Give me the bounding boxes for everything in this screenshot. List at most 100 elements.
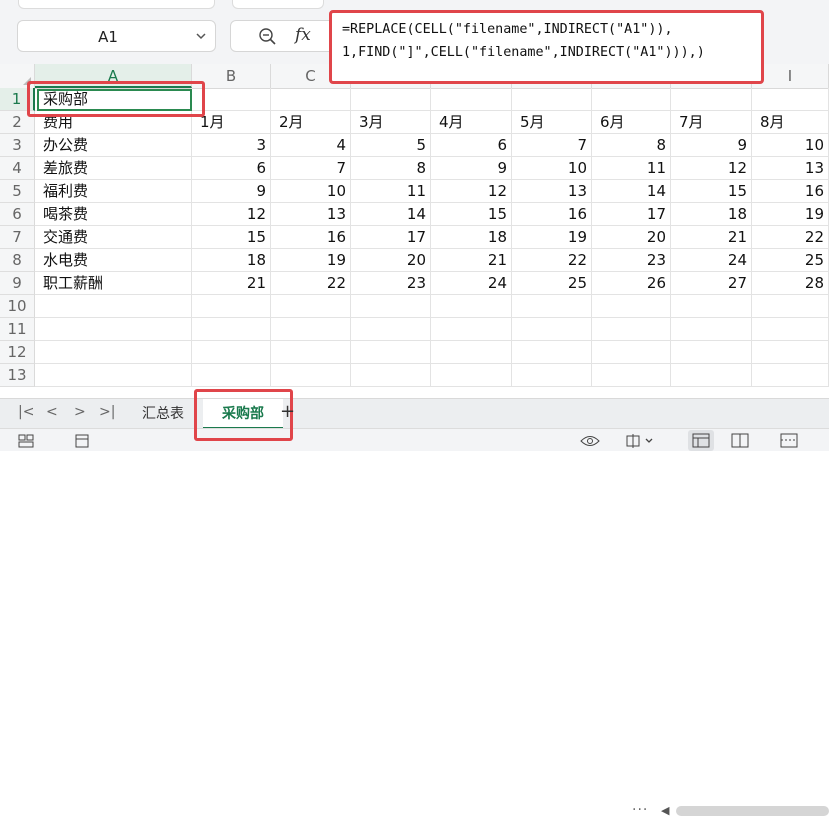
cell-a5[interactable]: 福利费 [35,180,192,203]
cell-b6[interactable]: 12 [192,203,271,226]
cell-e7[interactable]: 18 [431,226,512,249]
cell-g10[interactable] [592,295,671,318]
cell-a12[interactable] [35,341,192,364]
horizontal-scrollbar[interactable] [676,806,829,816]
cell-d2[interactable]: 3月 [351,111,431,134]
cell-c10[interactable] [271,295,351,318]
cell-c11[interactable] [271,318,351,341]
cell-f7[interactable]: 19 [512,226,592,249]
cell-b7[interactable]: 15 [192,226,271,249]
cell-c9[interactable]: 22 [271,272,351,295]
cell-i2[interactable]: 8月 [752,111,829,134]
cell-e12[interactable] [431,341,512,364]
cell-f12[interactable] [512,341,592,364]
cell-g11[interactable] [592,318,671,341]
row-header-13[interactable]: 13 [0,364,35,387]
scroll-left-icon[interactable]: ◀ [661,804,669,817]
cell-g1[interactable] [592,88,671,111]
cell-f1[interactable] [512,88,592,111]
cell-g3[interactable]: 8 [592,134,671,157]
cell-h4[interactable]: 12 [671,157,752,180]
first-sheet-button[interactable]: |< [18,404,34,420]
cell-c5[interactable]: 10 [271,180,351,203]
cell-c13[interactable] [271,364,351,387]
cell-i1[interactable] [752,88,829,111]
cell-i6[interactable]: 19 [752,203,829,226]
cell-d5[interactable]: 11 [351,180,431,203]
tab-summary[interactable]: 汇总表 [132,399,194,429]
cell-i5[interactable]: 16 [752,180,829,203]
cell-h7[interactable]: 21 [671,226,752,249]
add-sheet-button[interactable]: + [280,401,295,422]
cell-d13[interactable] [351,364,431,387]
cell-f2[interactable]: 5月 [512,111,592,134]
row-header-11[interactable]: 11 [0,318,35,341]
cell-e13[interactable] [431,364,512,387]
cell-c1[interactable] [271,88,351,111]
cell-f8[interactable]: 22 [512,249,592,272]
cell-e9[interactable]: 24 [431,272,512,295]
cell-e3[interactable]: 6 [431,134,512,157]
cell-h5[interactable]: 15 [671,180,752,203]
cell-g9[interactable]: 26 [592,272,671,295]
cell-f3[interactable]: 7 [512,134,592,157]
row-header-9[interactable]: 9 [0,272,35,295]
cell-g13[interactable] [592,364,671,387]
cell-g6[interactable]: 17 [592,203,671,226]
page-break-icon[interactable] [780,433,798,448]
cell-g12[interactable] [592,341,671,364]
cell-h8[interactable]: 24 [671,249,752,272]
row-header-8[interactable]: 8 [0,249,35,272]
cell-c7[interactable]: 16 [271,226,351,249]
cell-g8[interactable]: 23 [592,249,671,272]
cell-b9[interactable]: 21 [192,272,271,295]
cell-d6[interactable]: 14 [351,203,431,226]
cell-h6[interactable]: 18 [671,203,752,226]
cell-g7[interactable]: 20 [592,226,671,249]
cell-b5[interactable]: 9 [192,180,271,203]
cell-h1[interactable] [671,88,752,111]
cell-b11[interactable] [192,318,271,341]
name-box[interactable]: A1 [17,20,216,52]
cell-e6[interactable]: 15 [431,203,512,226]
cell-d9[interactable]: 23 [351,272,431,295]
row-header-3[interactable]: 3 [0,134,35,157]
cell-i7[interactable]: 22 [752,226,829,249]
cell-a9[interactable]: 职工薪酬 [35,272,192,295]
cell-d12[interactable] [351,341,431,364]
zoom-icon[interactable] [258,27,278,47]
cell-i9[interactable]: 28 [752,272,829,295]
cell-b8[interactable]: 18 [192,249,271,272]
page-layout-icon[interactable] [731,433,749,448]
cell-d8[interactable]: 20 [351,249,431,272]
cell-h9[interactable]: 27 [671,272,752,295]
more-icon[interactable]: ··· [632,802,648,818]
normal-view-icon[interactable] [692,433,710,448]
row-header-7[interactable]: 7 [0,226,35,249]
row-header-12[interactable]: 12 [0,341,35,364]
cell-g2[interactable]: 6月 [592,111,671,134]
cell-c2[interactable]: 2月 [271,111,351,134]
cell-f11[interactable] [512,318,592,341]
cell-i10[interactable] [752,295,829,318]
row-header-6[interactable]: 6 [0,203,35,226]
row-header-5[interactable]: 5 [0,180,35,203]
cell-h2[interactable]: 7月 [671,111,752,134]
cell-f13[interactable] [512,364,592,387]
sheet-icon[interactable] [74,434,90,448]
view-toggle-icon[interactable] [18,434,34,448]
eye-icon[interactable] [580,434,600,448]
cell-tool-icon[interactable] [624,433,658,449]
cell-f6[interactable]: 16 [512,203,592,226]
cell-a7[interactable]: 交通费 [35,226,192,249]
cell-e1[interactable] [431,88,512,111]
cell-d10[interactable] [351,295,431,318]
cell-h10[interactable] [671,295,752,318]
cell-e8[interactable]: 21 [431,249,512,272]
cell-d7[interactable]: 17 [351,226,431,249]
cell-a6[interactable]: 喝茶费 [35,203,192,226]
cell-f9[interactable]: 25 [512,272,592,295]
cell-d11[interactable] [351,318,431,341]
cell-e5[interactable]: 12 [431,180,512,203]
cell-d1[interactable] [351,88,431,111]
